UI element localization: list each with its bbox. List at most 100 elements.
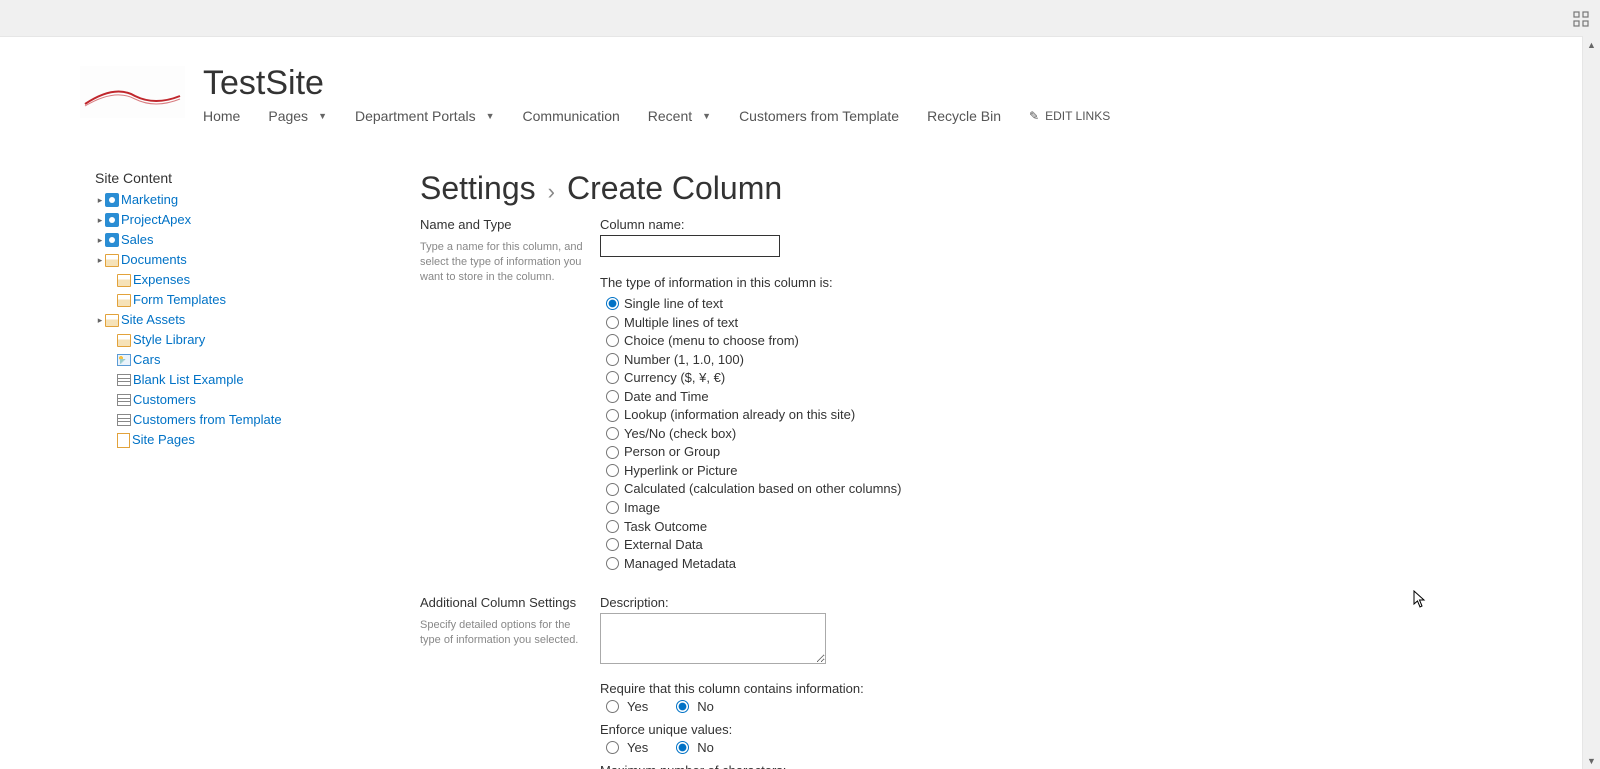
nav-item-recycle-bin[interactable]: Recycle Bin (927, 108, 1015, 124)
tree-expander-icon[interactable]: ▸ (95, 230, 105, 250)
section-heading: Additional Column Settings (420, 595, 590, 610)
tree-item-customers[interactable]: Customers (95, 390, 395, 410)
site-content-tree: ▸Marketing▸ProjectApex▸Sales▸DocumentsEx… (95, 190, 395, 450)
nav-item-label: Pages (268, 108, 308, 124)
tree-item-cars[interactable]: Cars (95, 350, 395, 370)
tree-item-label: Customers from Template (133, 410, 282, 430)
column-type-radio[interactable] (606, 446, 619, 459)
tree-item-expenses[interactable]: Expenses (95, 270, 395, 290)
nav-item-home[interactable]: Home (203, 108, 254, 124)
tree-item-label: Expenses (133, 270, 190, 290)
nav-item-label: Home (203, 108, 240, 124)
tree-item-sales[interactable]: ▸ Sales (95, 230, 395, 250)
unique-yes-radio[interactable] (606, 741, 619, 754)
column-type-label: Multiple lines of text (624, 314, 738, 332)
nav-item-department-portals[interactable]: Department Portals ▼ (355, 108, 509, 124)
scroll-up-icon[interactable]: ▲ (1583, 36, 1600, 53)
require-yes-radio[interactable] (606, 700, 619, 713)
nav-item-recent[interactable]: Recent▼ (648, 108, 725, 124)
breadcrumb-parent[interactable]: Settings (420, 170, 536, 207)
list-icon (117, 374, 131, 386)
tree-item-customers-from-template[interactable]: Customers from Template (95, 410, 395, 430)
column-type-radio[interactable] (606, 520, 619, 533)
nav-item-pages[interactable]: Pages▼ (268, 108, 341, 124)
subsite-icon (105, 233, 119, 247)
pages-icon (117, 433, 130, 448)
column-type-radio[interactable] (606, 464, 619, 477)
tree-item-form-templates[interactable]: Form Templates (95, 290, 395, 310)
column-type-radio[interactable] (606, 409, 619, 422)
subsite-icon (105, 213, 119, 227)
tree-expander-icon[interactable]: ▸ (95, 250, 105, 270)
tree-expander-icon[interactable]: ▸ (95, 190, 105, 210)
column-type-label: Choice (menu to choose from) (624, 332, 799, 350)
column-name-input[interactable] (600, 235, 780, 257)
column-type-option: Number (1, 1.0, 100) (600, 351, 1420, 369)
column-type-option: Date and Time (600, 388, 1420, 406)
edit-links-button[interactable]: ✎EDIT LINKS (1029, 109, 1110, 123)
side-nav-heading: Site Content (95, 170, 395, 186)
nav-item-label: Department Portals (355, 108, 476, 124)
site-logo[interactable] (80, 66, 185, 118)
require-no-radio[interactable] (676, 700, 689, 713)
column-name-label: Column name: (600, 217, 1420, 232)
tree-item-label: Form Templates (133, 290, 226, 310)
require-label: Require that this column contains inform… (600, 681, 1420, 696)
require-no-label: No (697, 699, 714, 714)
tree-expander-icon[interactable]: ▸ (95, 310, 105, 330)
column-type-radio[interactable] (606, 371, 619, 384)
column-type-option: Yes/No (check box) (600, 425, 1420, 443)
suite-bar (0, 0, 1600, 37)
column-type-option: Choice (menu to choose from) (600, 332, 1420, 350)
section-description: Type a name for this column, and select … (420, 240, 590, 285)
tree-item-documents[interactable]: ▸Documents (95, 250, 395, 270)
column-type-radio[interactable] (606, 316, 619, 329)
nav-item-label: Recycle Bin (927, 108, 1001, 124)
edit-links-label: EDIT LINKS (1045, 109, 1110, 123)
section-name-and-type: Name and Type Type a name for this colum… (420, 217, 1420, 573)
column-type-radio[interactable] (606, 353, 619, 366)
tree-item-label: Sales (121, 230, 154, 250)
tree-item-label: Site Pages (132, 430, 195, 450)
lib-icon (105, 314, 119, 327)
tree-item-site-assets[interactable]: ▸Site Assets (95, 310, 395, 330)
column-type-option: Task Outcome (600, 518, 1420, 536)
tree-item-site-pages[interactable]: Site Pages (95, 430, 395, 450)
tree-expander-icon[interactable]: ▸ (95, 210, 105, 230)
site-title[interactable]: TestSite (203, 66, 1110, 100)
column-type-label: Lookup (information already on this site… (624, 406, 855, 424)
column-type-label: Person or Group (624, 443, 720, 461)
tree-item-label: Customers (133, 390, 196, 410)
description-textarea[interactable] (600, 613, 826, 664)
column-type-radio[interactable] (606, 427, 619, 440)
column-type-radio[interactable] (606, 501, 619, 514)
column-type-radio[interactable] (606, 483, 619, 496)
column-type-label: Managed Metadata (624, 555, 736, 573)
left-navigation: Site Content ▸Marketing▸ProjectApex▸Sale… (95, 170, 395, 769)
column-type-radio[interactable] (606, 538, 619, 551)
tree-item-projectapex[interactable]: ▸ProjectApex (95, 210, 395, 230)
unique-no-label: No (697, 740, 714, 755)
vertical-scrollbar[interactable]: ▲ ▼ (1582, 36, 1600, 769)
page-title: Settings › Create Column (420, 170, 1420, 207)
column-type-option: Image (600, 499, 1420, 517)
nav-item-customers-from-template[interactable]: Customers from Template (739, 108, 913, 124)
unique-yes-label: Yes (627, 740, 648, 755)
nav-item-communication[interactable]: Communication (523, 108, 634, 124)
unique-no-radio[interactable] (676, 741, 689, 754)
tree-item-blank-list-example[interactable]: Blank List Example (95, 370, 395, 390)
column-type-radio[interactable] (606, 297, 619, 310)
column-type-radio[interactable] (606, 557, 619, 570)
section-description: Specify detailed options for the type of… (420, 618, 590, 648)
chevron-down-icon: ▼ (486, 111, 495, 121)
scroll-track[interactable] (1583, 53, 1600, 752)
lib-icon (117, 334, 131, 347)
focus-content-icon[interactable] (1572, 10, 1590, 28)
column-type-radio[interactable] (606, 334, 619, 347)
list-icon (117, 414, 131, 426)
column-type-radio[interactable] (606, 390, 619, 403)
scroll-down-icon[interactable]: ▼ (1583, 752, 1600, 769)
column-type-option: Calculated (calculation based on other c… (600, 480, 1420, 498)
tree-item-marketing[interactable]: ▸Marketing (95, 190, 395, 210)
tree-item-style-library[interactable]: Style Library (95, 330, 395, 350)
